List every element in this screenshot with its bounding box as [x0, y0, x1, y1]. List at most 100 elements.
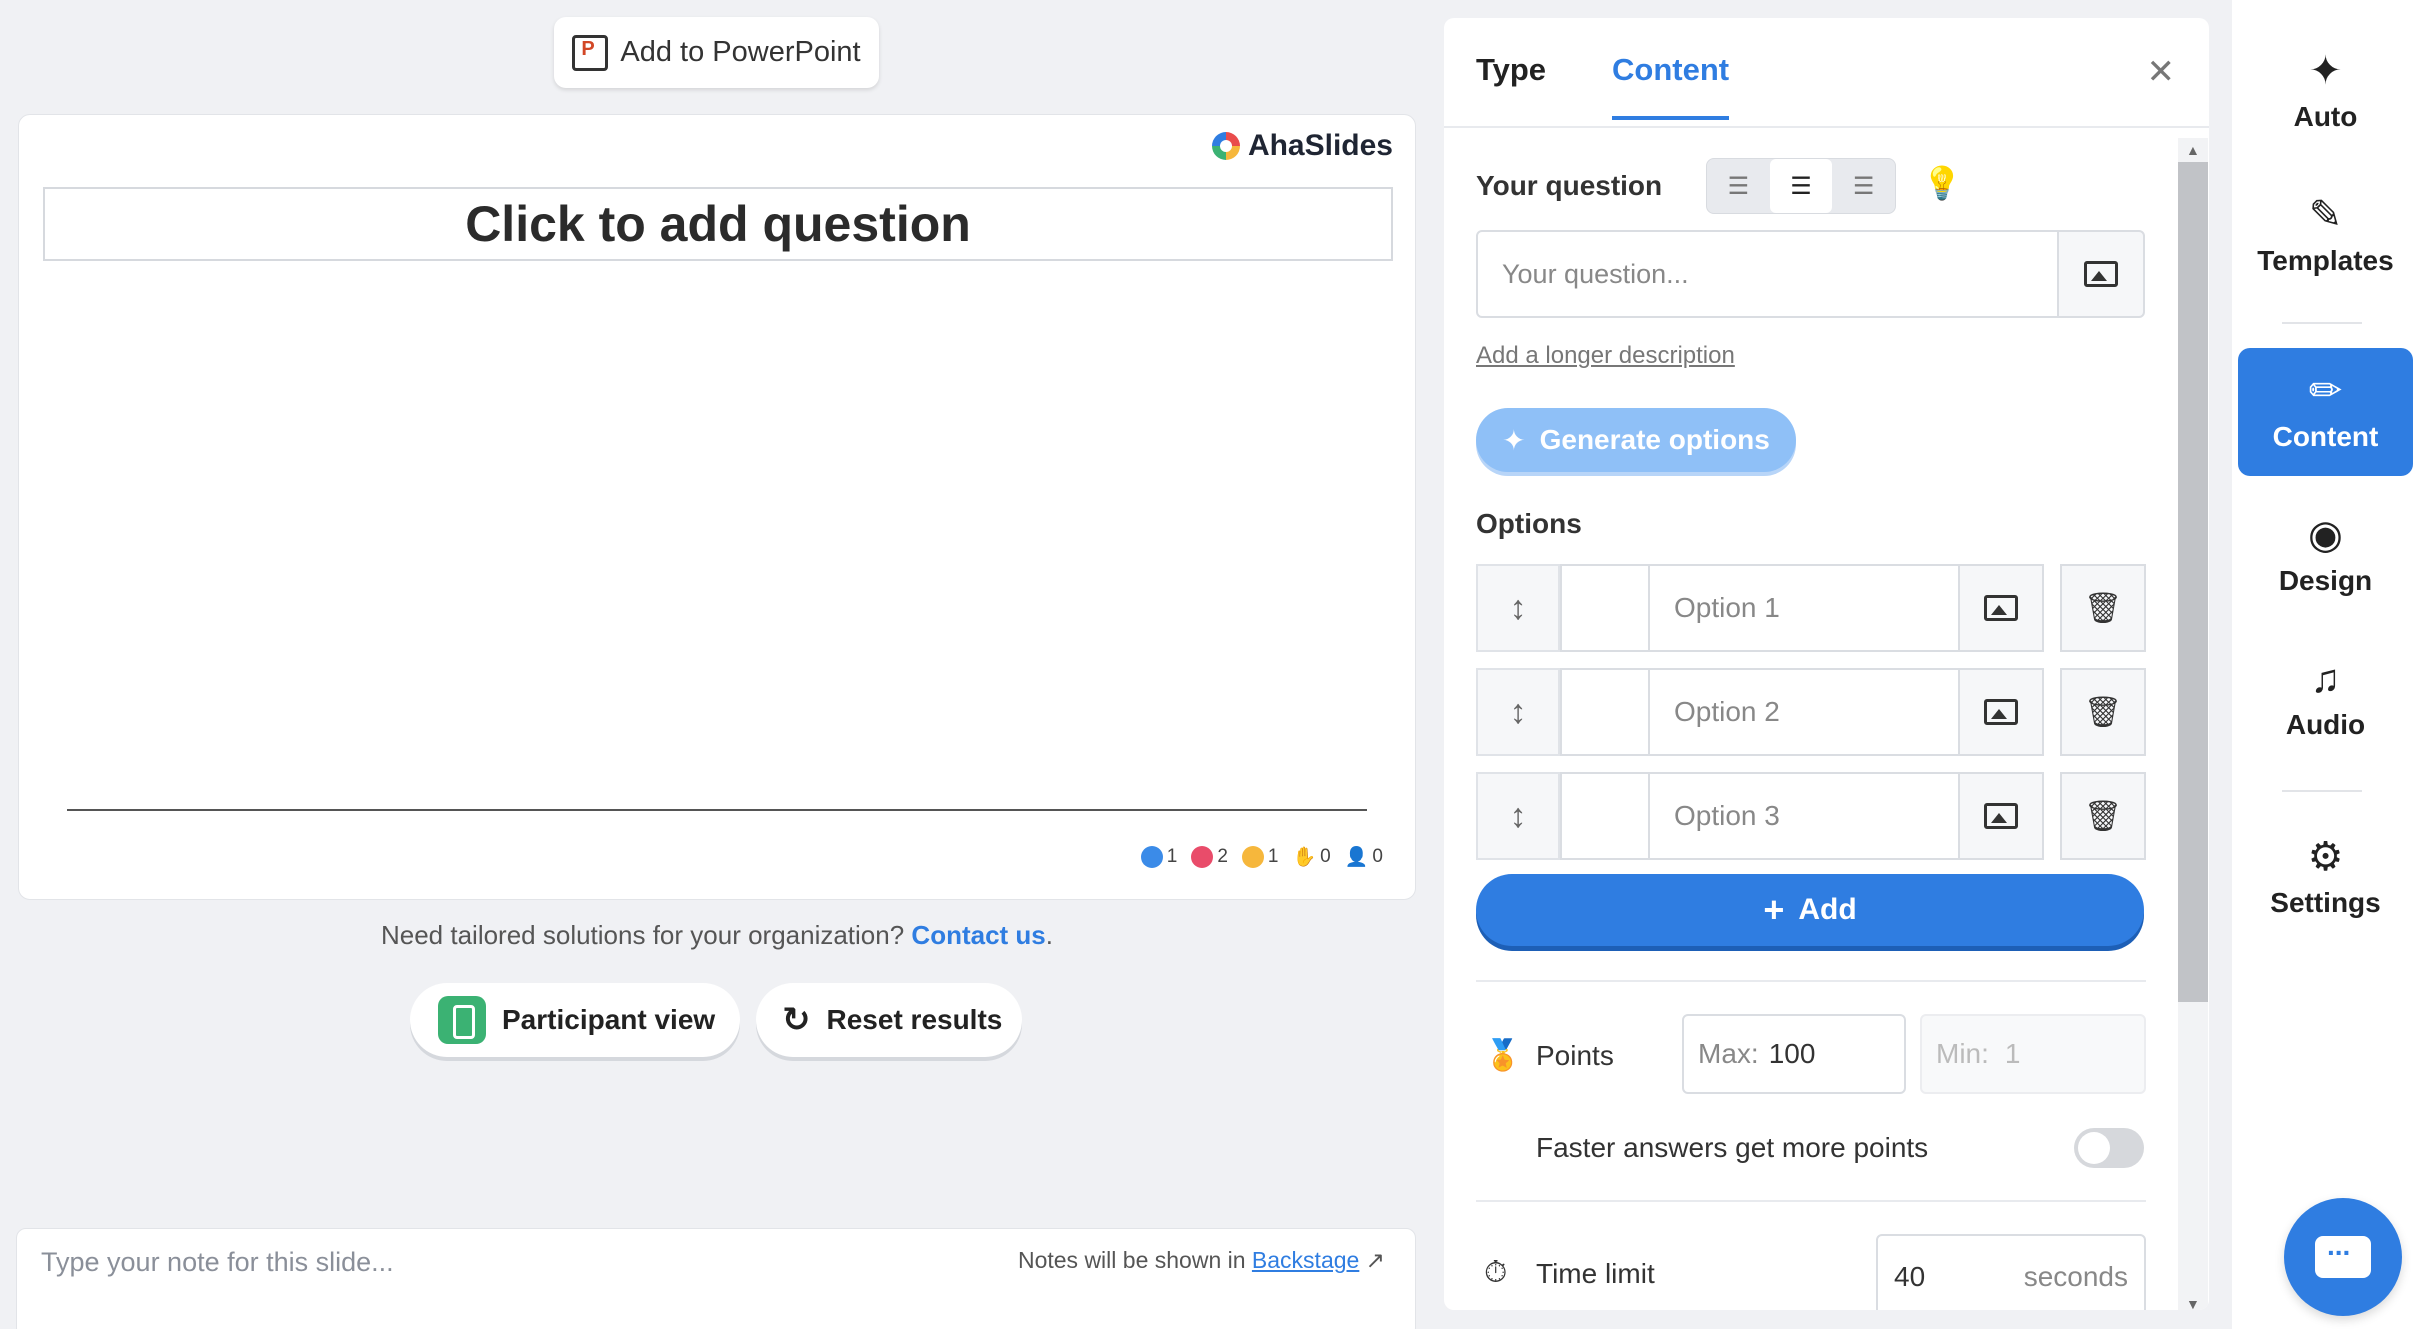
trash-icon[interactable]: 🗑: [2060, 564, 2146, 652]
option-row: ↕ Option 2 🗑: [1476, 668, 2146, 756]
reaction-hand: ✋ 0: [1292, 846, 1331, 868]
time-limit-input[interactable]: 40 seconds: [1876, 1234, 2146, 1310]
option-input[interactable]: Option 3: [1648, 772, 1960, 860]
add-to-powerpoint-label: Add to PowerPoint: [620, 36, 861, 68]
nav-templates[interactable]: ✎ Templates: [2238, 172, 2413, 300]
align-right-icon[interactable]: ☰: [1832, 159, 1895, 213]
time-limit-label: Time limit: [1536, 1258, 1655, 1289]
faster-answers-label: Faster answers get more points: [1536, 1132, 1929, 1163]
sparkles-icon: ✦: [1502, 424, 1526, 456]
nav-divider: [2282, 790, 2362, 792]
scrollbar-thumb[interactable]: [2178, 162, 2208, 1002]
nav-content[interactable]: ✏ Content: [2238, 348, 2413, 476]
option-image-button[interactable]: [1958, 668, 2044, 756]
option-image-button[interactable]: [1958, 772, 2044, 860]
align-left-icon[interactable]: ☰: [1707, 159, 1770, 213]
close-icon[interactable]: ✕: [2147, 52, 2176, 92]
image-icon: [1984, 699, 2018, 725]
reaction-heart: 2: [1191, 846, 1228, 868]
scroll-down-icon[interactable]: ▼: [2186, 1296, 2200, 1310]
drag-handle-icon[interactable]: ↕: [1476, 564, 1560, 652]
tab-type[interactable]: Type: [1476, 52, 1546, 88]
hand-icon: ✋: [1292, 847, 1317, 868]
powerpoint-icon: [572, 34, 609, 71]
add-option-button[interactable]: + Add: [1476, 874, 2144, 946]
your-question-label: Your question: [1476, 170, 1663, 201]
option-input[interactable]: Option 2: [1648, 668, 1960, 756]
option-image-button[interactable]: [1958, 564, 2044, 652]
drag-handle-icon[interactable]: ↕: [1476, 668, 1560, 756]
option-color-swatch[interactable]: [1560, 668, 1650, 756]
contact-banner: Need tailored solutions for your organiz…: [380, 920, 1053, 950]
chat-bubble-icon: [2315, 1230, 2371, 1278]
contact-us-link[interactable]: Contact us: [911, 920, 1045, 950]
ahaslides-logo: AhaSlides: [1211, 129, 1393, 163]
option-input[interactable]: Option 1: [1648, 564, 1960, 652]
tab-content[interactable]: Content: [1612, 52, 1730, 120]
right-nav: ✦ Auto ✎ Templates ✏ Content ◉ Design ♫ …: [2232, 0, 2413, 1329]
option-color-swatch[interactable]: [1560, 772, 1650, 860]
user-icon: 👤: [1344, 847, 1369, 868]
notes-input[interactable]: Type your note for this slide...: [41, 1247, 394, 1278]
lightbulb-icon[interactable]: 💡: [1922, 164, 1962, 202]
image-icon: [1984, 595, 2018, 621]
panel-tabs: Type Content ✕: [1444, 18, 2209, 128]
add-to-powerpoint-button[interactable]: Add to PowerPoint: [554, 17, 879, 88]
nav-auto[interactable]: ✦ Auto: [2238, 28, 2413, 156]
magic-wand-icon: ✎: [2308, 193, 2343, 237]
reactions-bar: 1 2 1 ✋ 0 👤 0: [1140, 845, 1383, 869]
reset-results-button[interactable]: ↻ Reset results: [756, 983, 1022, 1057]
chart-baseline: [67, 809, 1367, 811]
points-max-input[interactable]: Max: 100: [1682, 1014, 1906, 1094]
generate-options-button[interactable]: ✦ Generate options: [1476, 408, 1796, 472]
add-longer-description-link[interactable]: Add a longer description: [1476, 342, 1735, 370]
brand-name: AhaSlides: [1247, 129, 1393, 162]
question-image-button[interactable]: [2057, 230, 2145, 318]
notes-hint: Notes will be shown in Backstage ↗: [1017, 1247, 1385, 1273]
slide-canvas: AhaSlides Click to add question 1 2 1 ✋ 0…: [18, 114, 1416, 900]
option-color-swatch[interactable]: [1560, 564, 1650, 652]
sad-face-icon: [1241, 846, 1264, 868]
refresh-icon: ↻: [782, 1001, 811, 1039]
options-label: Options: [1476, 508, 1582, 539]
nav-audio[interactable]: ♫ Audio: [2238, 636, 2413, 764]
option-row: ↕ Option 1 🗑: [1476, 564, 2146, 652]
question-input[interactable]: Your question...: [1476, 230, 2059, 318]
sparkles-icon: ✦: [2308, 49, 2343, 93]
ahaslides-logo-icon: [1211, 132, 1240, 160]
trash-icon[interactable]: 🗑: [2060, 772, 2146, 860]
divider: [1476, 1200, 2146, 1202]
pencil-icon: ✏: [2308, 369, 2343, 413]
thumbs-up-icon: [1140, 846, 1163, 868]
faster-answers-toggle[interactable]: [2074, 1128, 2144, 1168]
panel-scrollbar[interactable]: ▲ ▼: [2178, 138, 2208, 1310]
points-label: Points: [1536, 1040, 1614, 1071]
option-row: ↕ Option 3 🗑: [1476, 772, 2146, 860]
divider: [1476, 980, 2146, 982]
backstage-link[interactable]: Backstage: [1252, 1247, 1359, 1273]
trash-icon[interactable]: 🗑: [2060, 668, 2146, 756]
reaction-sad: 1: [1241, 846, 1279, 868]
nav-settings[interactable]: ⚙ Settings: [2238, 814, 2413, 942]
participant-view-button[interactable]: Participant view: [410, 983, 740, 1057]
nav-divider: [2282, 322, 2362, 324]
reaction-thumbs-up: 1: [1140, 846, 1177, 868]
slide-notes[interactable]: Type your note for this slide... Notes w…: [16, 1228, 1416, 1329]
points-min-input: Min: 1: [1920, 1014, 2146, 1094]
music-note-icon: ♫: [2310, 657, 2341, 701]
scroll-up-icon[interactable]: ▲: [2186, 142, 2200, 158]
slide-question-title[interactable]: Click to add question: [43, 187, 1393, 261]
nav-design[interactable]: ◉ Design: [2238, 492, 2413, 620]
reaction-user: 👤 0: [1344, 846, 1383, 868]
stopwatch-icon: ⏱: [1484, 1256, 1508, 1289]
editor-panel: Type Content ✕ Your question ☰ ☰ ☰ 💡 You…: [1444, 18, 2209, 1310]
align-center-icon[interactable]: ☰: [1769, 159, 1833, 213]
image-icon: [2084, 261, 2118, 287]
palette-icon: ◉: [2308, 513, 2343, 557]
drag-handle-icon[interactable]: ↕: [1476, 772, 1560, 860]
plus-icon: +: [1763, 889, 1785, 930]
phone-icon: [438, 996, 486, 1044]
gear-icon: ⚙: [2307, 835, 2344, 879]
chat-support-button[interactable]: [2284, 1198, 2402, 1316]
text-align-group: ☰ ☰ ☰: [1706, 158, 1896, 214]
